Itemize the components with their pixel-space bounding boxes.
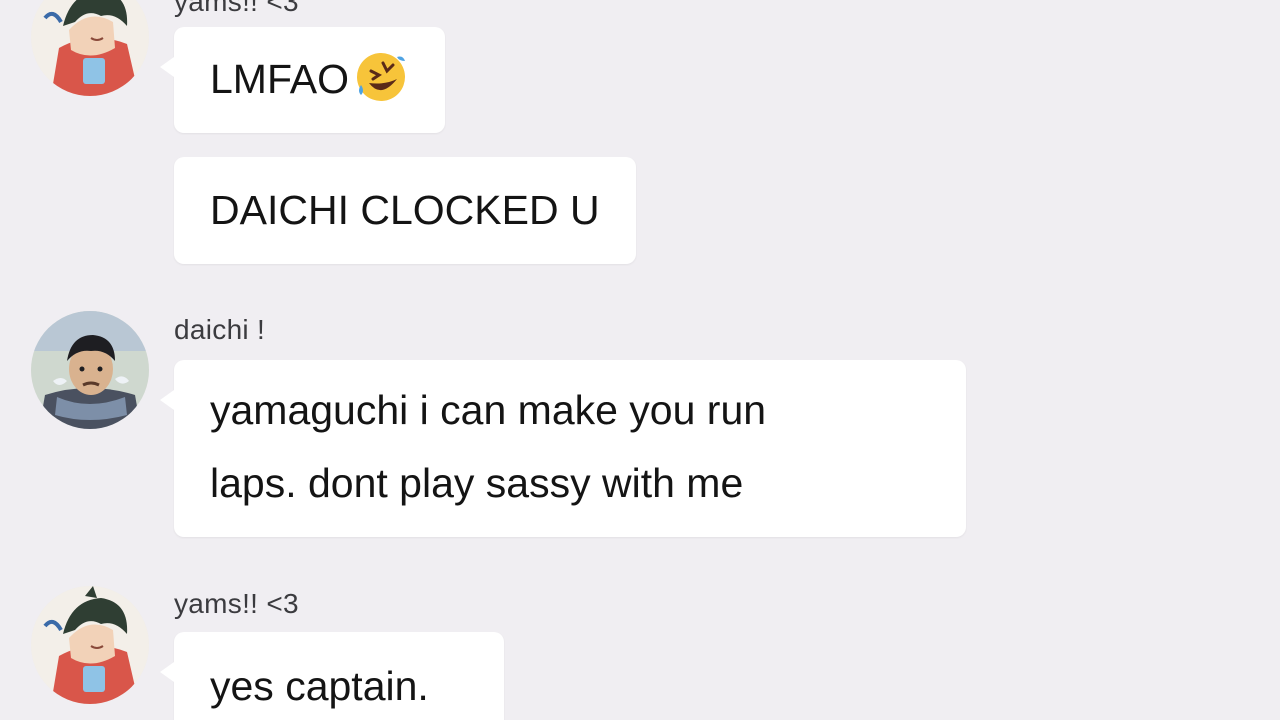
message-bubble[interactable]: yes captain.	[160, 632, 504, 720]
message-line: laps. dont play sassy with me	[210, 460, 744, 506]
yamaguchi-avatar-icon	[31, 586, 149, 704]
message-line: yamaguchi i can make you run	[210, 387, 767, 433]
yamaguchi-avatar-icon	[31, 0, 149, 96]
message-bubble[interactable]: yamaguchi i can make you run laps. dont …	[160, 360, 966, 537]
chat-thread: yams!! <3 LMFAO DAICHI CLOCKED U daichi …	[0, 0, 1280, 720]
message-text: yes captain.	[210, 663, 429, 709]
message-bubble[interactable]: DAICHI CLOCKED U	[174, 157, 636, 264]
sender-name: yams!! <3	[174, 588, 299, 619]
rolling-on-floor-laughing-emoji-icon	[353, 49, 409, 105]
message-text: DAICHI CLOCKED U	[210, 187, 600, 233]
avatar[interactable]	[31, 586, 149, 704]
avatar[interactable]	[31, 311, 149, 429]
sender-name: daichi !	[174, 314, 266, 345]
message-bubble[interactable]: LMFAO	[160, 27, 445, 133]
sender-name: yams!! <3	[174, 0, 299, 17]
daichi-avatar-icon	[31, 311, 149, 429]
avatar[interactable]	[31, 0, 149, 96]
message-text: LMFAO	[210, 56, 349, 102]
